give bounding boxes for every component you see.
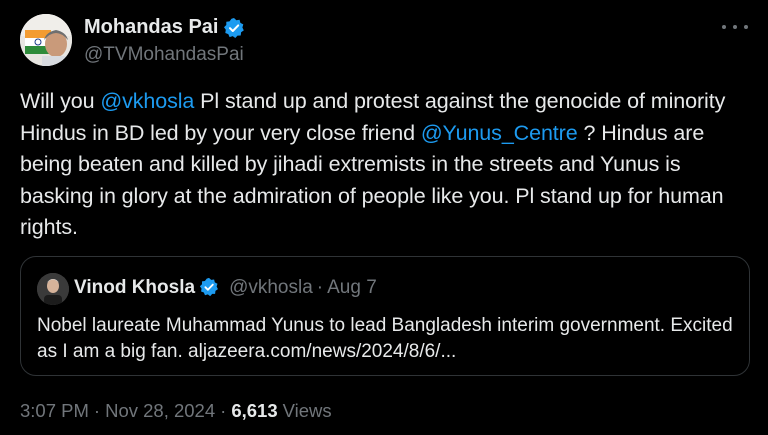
views-count: 6,613 [231,400,278,421]
views-label: Views [282,400,332,421]
separator-dot: · [316,277,324,298]
tweet-meta: 3:07 PM · Nov 28, 2024 · 6,613 Views [20,400,332,422]
quoted-handle[interactable]: @vkhosla [229,277,313,299]
mention-link[interactable]: @Yunus_Centre [421,121,578,145]
verified-badge-icon [199,277,221,299]
author-name-row: Mohandas Pai [84,16,245,39]
more-dot [722,25,726,29]
more-dot [744,25,748,29]
tweet-text: Will you @vkhosla Pl stand up and protes… [20,86,755,244]
quoted-tweet-card[interactable]: Vinod Khosla @vkhosla · Aug 7 Nobel laur… [20,256,750,376]
more-options-icon[interactable] [722,16,748,38]
quoted-author-avatar[interactable] [37,273,69,305]
verified-badge-icon[interactable] [223,17,245,39]
quoted-display-name[interactable]: Vinod Khosla [74,277,195,299]
tweet-text-part: Will you [20,89,101,113]
separator-dot: · [220,400,227,421]
quoted-text: Nobel laureate Muhammad Yunus to lead Ba… [37,313,737,365]
tweet-date[interactable]: Nov 28, 2024 [105,400,215,422]
mention-link[interactable]: @vkhosla [100,89,194,113]
tweet: Mohandas Pai @TVMohandasPai Will you @vk… [0,0,768,435]
author-display-name[interactable]: Mohandas Pai [84,16,218,39]
quoted-link[interactable]: aljazeera.com/news/2024/8/6/... [188,341,456,362]
more-dot [733,25,737,29]
author-avatar[interactable] [20,14,72,66]
separator-dot: · [93,400,101,421]
tweet-time[interactable]: 3:07 PM [20,400,89,422]
quoted-date[interactable]: Aug 7 [327,277,377,299]
author-handle[interactable]: @TVMohandasPai [84,44,244,66]
quoted-header: Vinod Khosla @vkhosla · Aug 7 [74,277,377,299]
